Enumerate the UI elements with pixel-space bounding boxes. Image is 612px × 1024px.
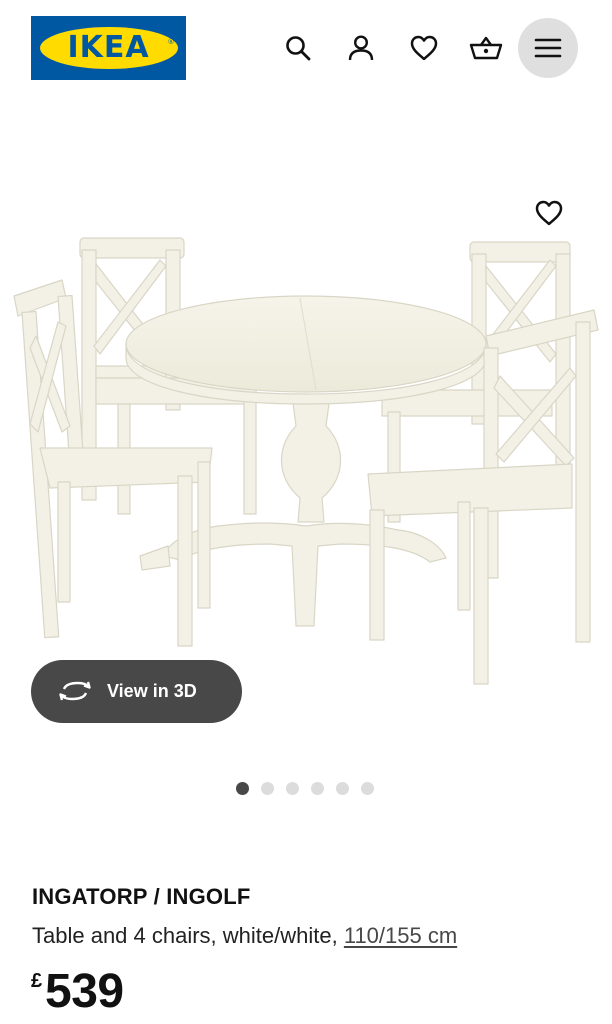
- heart-icon: [535, 200, 563, 226]
- hamburger-menu-icon: [534, 38, 562, 58]
- gallery-dot-2[interactable]: [261, 782, 274, 795]
- view-in-3d-label: View in 3D: [107, 681, 197, 701]
- gallery-dot-5[interactable]: [336, 782, 349, 795]
- account-icon: [348, 35, 374, 61]
- search-button[interactable]: [268, 18, 328, 78]
- product-name: INGATORP / INGOLF: [32, 884, 251, 909]
- site-header: IKEA ®: [0, 0, 612, 96]
- product-gallery[interactable]: View in 3D: [0, 96, 612, 795]
- price-amount: 539: [45, 965, 124, 1018]
- menu-button[interactable]: [518, 18, 578, 78]
- product-description-text: Table and 4 chairs, white/white,: [32, 923, 344, 948]
- gallery-dot-4[interactable]: [311, 782, 324, 795]
- ikea-logo[interactable]: IKEA ®: [31, 16, 186, 80]
- gallery-pagination: [236, 782, 374, 796]
- price-currency: £: [31, 970, 43, 992]
- gallery-dot-6[interactable]: [361, 782, 374, 795]
- logo-oval: IKEA ®: [39, 27, 178, 69]
- product-description: Table and 4 chairs, white/white, 110/155…: [32, 922, 457, 950]
- gallery-dot-3[interactable]: [286, 782, 299, 795]
- rotate-3d-icon: [59, 681, 91, 701]
- product-size-link[interactable]: 110/155 cm: [344, 923, 457, 948]
- favourites-button[interactable]: [394, 18, 454, 78]
- basket-button[interactable]: [456, 18, 516, 78]
- basket-icon: [469, 36, 503, 60]
- product-image[interactable]: [0, 226, 612, 696]
- heart-icon: [410, 35, 438, 61]
- logo-text: IKEA: [67, 30, 150, 65]
- search-icon: [286, 36, 311, 61]
- view-in-3d-button[interactable]: View in 3D: [31, 660, 242, 723]
- gallery-dot-1[interactable]: [236, 782, 249, 795]
- account-button[interactable]: [331, 18, 391, 78]
- logo-registered-mark: ®: [167, 38, 175, 46]
- table-top: [125, 295, 487, 405]
